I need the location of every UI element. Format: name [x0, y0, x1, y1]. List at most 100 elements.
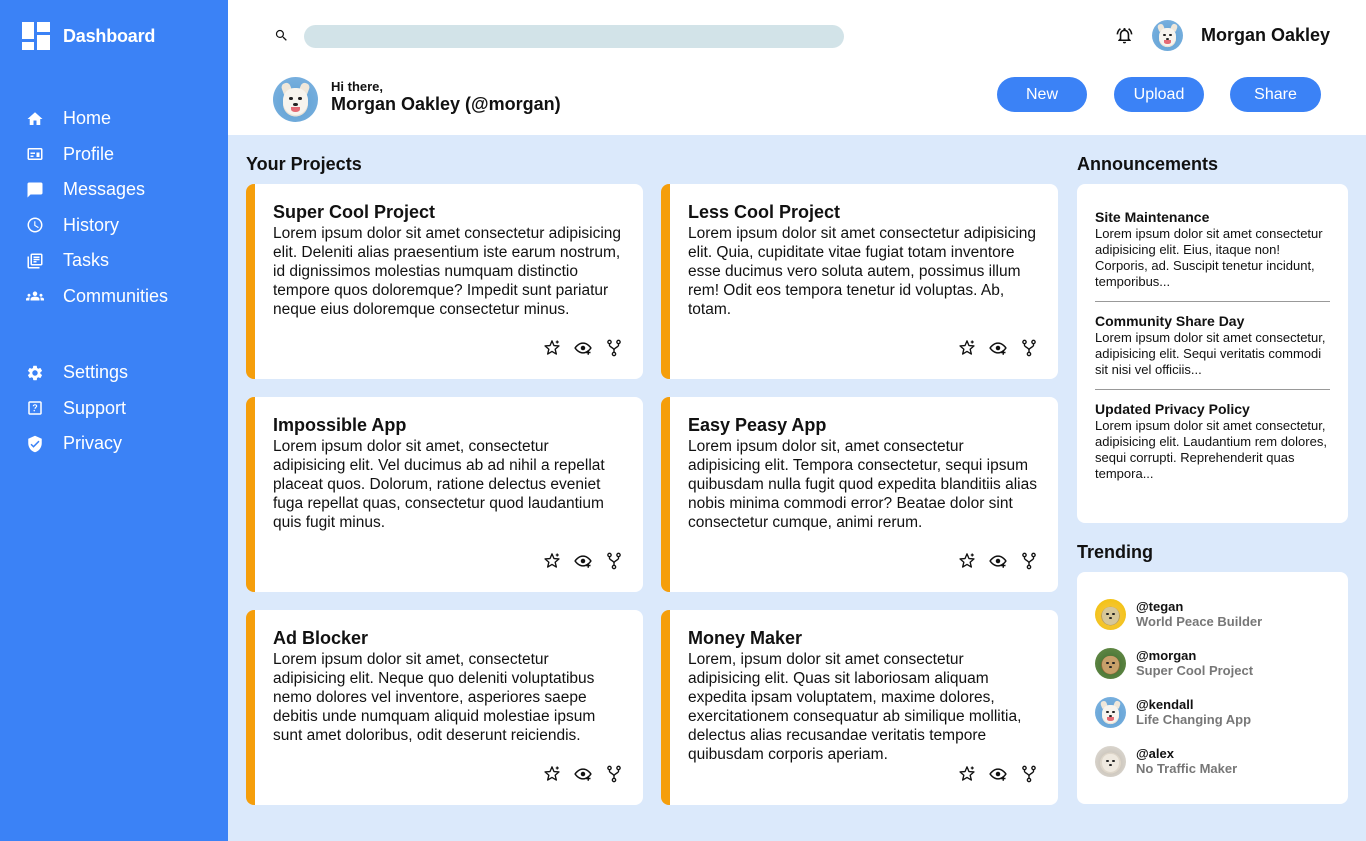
- announcements-panel: Site Maintenance Lorem ipsum dolor sit a…: [1077, 184, 1348, 523]
- sidebar-item-label: Privacy: [63, 433, 123, 454]
- project-description: Lorem ipsum dolor sit amet consectetur a…: [273, 225, 622, 318]
- sidebar-item-messages[interactable]: Messages: [26, 172, 206, 208]
- header-user-name[interactable]: Morgan Oakley: [1201, 25, 1330, 46]
- project-title: Super Cool Project: [273, 202, 436, 222]
- sidebar-item-history[interactable]: History: [26, 208, 206, 244]
- search-icon[interactable]: [274, 28, 289, 43]
- share-button[interactable]: Share: [1230, 77, 1321, 112]
- search-input[interactable]: [304, 25, 844, 48]
- announcements-title: Announcements: [1077, 154, 1219, 174]
- main-nav: Home Profile Messages History Tasks Comm…: [26, 101, 206, 314]
- trending-project: No Traffic Maker: [1136, 761, 1238, 776]
- project-card[interactable]: Easy Peasy App Lorem ipsum dolor sit, ame…: [661, 397, 1058, 592]
- project-title: Money Maker: [688, 628, 803, 648]
- sidebar-item-label: History: [63, 214, 120, 235]
- project-actions: [958, 552, 1038, 570]
- sidebar-item-label: Home: [63, 108, 112, 129]
- sidebar: Dashboard Home Profile Messages History …: [0, 0, 228, 841]
- fork-icon[interactable]: [1020, 339, 1038, 357]
- sidebar-item-home[interactable]: Home: [26, 101, 206, 137]
- announcement-item[interactable]: Community Share Day Lorem ipsum dolor si…: [1095, 313, 1330, 378]
- avatar: [1095, 746, 1126, 777]
- star-icon[interactable]: [958, 765, 976, 783]
- announcement-item[interactable]: Site Maintenance Lorem ipsum dolor sit a…: [1095, 209, 1330, 290]
- project-actions: [543, 339, 623, 357]
- sidebar-item-communities[interactable]: Communities: [26, 279, 206, 315]
- sidebar-item-label: Messages: [63, 179, 146, 200]
- project-card[interactable]: Money Maker Lorem, ipsum dolor sit amet c…: [661, 610, 1058, 805]
- sidebar-item-label: Support: [63, 397, 127, 418]
- project-title: Ad Blocker: [273, 628, 369, 648]
- project-description: Lorem, ipsum dolor sit amet consectetur …: [688, 651, 1022, 763]
- announcement-item[interactable]: Updated Privacy Policy Lorem ipsum dolor…: [1095, 401, 1330, 482]
- watch-eye-icon[interactable]: [574, 765, 592, 783]
- project-card[interactable]: Ad Blocker Lorem ipsum dolor sit amet, co…: [246, 610, 643, 805]
- star-icon[interactable]: [543, 765, 561, 783]
- watch-eye-icon[interactable]: [574, 339, 592, 357]
- trending-item[interactable]: @morgan Super Cool Project: [1095, 648, 1253, 679]
- home-icon: [27, 112, 43, 125]
- help-icon: [28, 401, 42, 415]
- trending-project: Super Cool Project: [1136, 663, 1254, 678]
- star-icon[interactable]: [543, 552, 561, 570]
- sidebar-item-tasks[interactable]: Tasks: [26, 243, 206, 279]
- trending-item[interactable]: @tegan World Peace Builder: [1095, 599, 1262, 630]
- star-icon[interactable]: [958, 552, 976, 570]
- trending-title: Trending: [1077, 542, 1153, 562]
- trending-item[interactable]: @alex No Traffic Maker: [1095, 746, 1237, 777]
- brand-title: Dashboard: [63, 25, 156, 46]
- trending-handle: @kendall: [1136, 697, 1194, 712]
- shield-icon: [28, 435, 42, 452]
- sidebar-item-profile[interactable]: Profile: [26, 137, 206, 173]
- project-description: Lorem ipsum dolor sit amet, consectetur …: [273, 651, 596, 744]
- fork-icon[interactable]: [605, 765, 623, 783]
- fork-icon[interactable]: [605, 552, 623, 570]
- project-actions: [543, 552, 623, 570]
- trending-handle: @tegan: [1136, 599, 1184, 614]
- announcement-title: Community Share Day: [1095, 313, 1245, 329]
- project-description: Lorem ipsum dolor sit amet, consectetur …: [273, 438, 605, 531]
- sidebar-item-privacy[interactable]: Privacy: [26, 426, 206, 462]
- id-card-icon: [27, 148, 43, 161]
- announcement-body: Lorem ipsum dolor sit amet consectetur a…: [1095, 226, 1323, 289]
- trending-project: Life Changing App: [1136, 712, 1252, 727]
- secondary-nav: Settings Support Privacy: [26, 355, 206, 462]
- avatar[interactable]: [1152, 20, 1183, 51]
- announcement-title: Updated Privacy Policy: [1095, 401, 1250, 417]
- project-title: Less Cool Project: [688, 202, 841, 222]
- trending-panel: @tegan World Peace Builder @morgan Super…: [1077, 572, 1348, 804]
- star-icon[interactable]: [958, 339, 976, 357]
- star-icon[interactable]: [543, 339, 561, 357]
- people-icon: [26, 291, 44, 301]
- watch-eye-icon[interactable]: [574, 552, 592, 570]
- new-button[interactable]: New: [997, 77, 1087, 112]
- project-card[interactable]: Less Cool Project Lorem ipsum dolor sit a…: [661, 184, 1058, 379]
- sidebar-item-label: Profile: [63, 143, 115, 164]
- fork-icon[interactable]: [1020, 552, 1038, 570]
- trending-item[interactable]: @kendall Life Changing App: [1095, 697, 1251, 728]
- avatar: [1095, 648, 1126, 679]
- upload-button[interactable]: Upload: [1114, 77, 1204, 112]
- fork-icon[interactable]: [1020, 765, 1038, 783]
- project-actions: [958, 765, 1038, 783]
- project-title: Impossible App: [273, 415, 407, 435]
- project-card[interactable]: Super Cool Project Lorem ipsum dolor sit …: [246, 184, 643, 379]
- project-card[interactable]: Impossible App Lorem ipsum dolor sit amet…: [246, 397, 643, 592]
- project-actions: [543, 765, 623, 783]
- brand[interactable]: Dashboard: [22, 22, 155, 50]
- watch-eye-icon[interactable]: [989, 339, 1007, 357]
- project-actions: [958, 339, 1038, 357]
- watch-eye-icon[interactable]: [989, 765, 1007, 783]
- bell-icon[interactable]: [1115, 26, 1134, 45]
- watch-eye-icon[interactable]: [989, 552, 1007, 570]
- documents-icon: [27, 253, 43, 269]
- chat-icon: [27, 182, 43, 198]
- dashboard-logo-icon: [22, 22, 50, 50]
- sidebar-item-settings[interactable]: Settings: [26, 355, 206, 391]
- divider: [1095, 301, 1330, 302]
- trending-handle: @morgan: [1136, 648, 1197, 663]
- greeting-text: Hi there,: [331, 79, 384, 94]
- fork-icon[interactable]: [605, 339, 623, 357]
- sidebar-item-support[interactable]: Support: [26, 391, 206, 427]
- header: Morgan Oakley Hi there, Morgan Oakley (@…: [228, 0, 1366, 135]
